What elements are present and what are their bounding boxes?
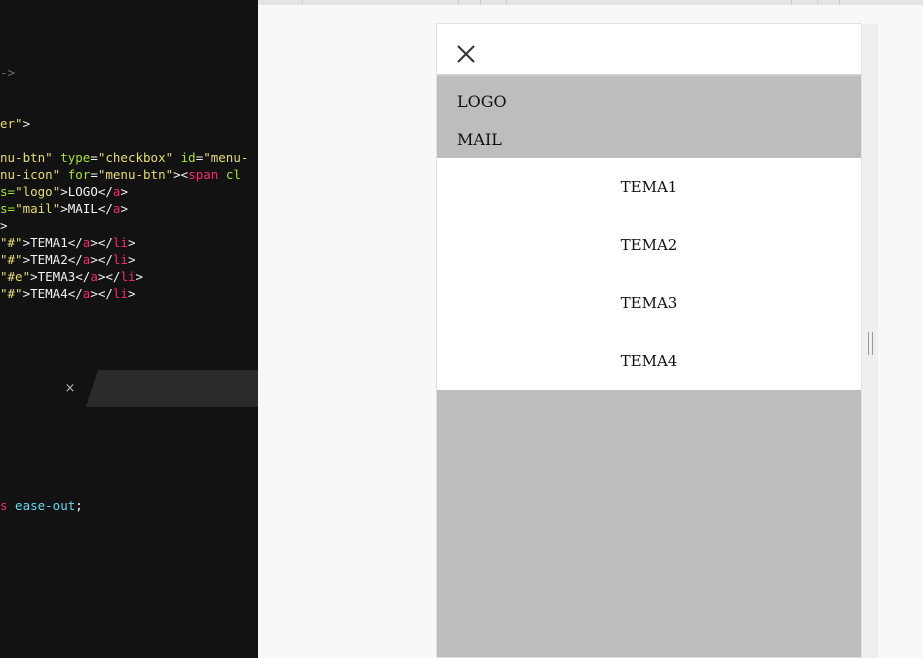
code-token: >TEMA3</ xyxy=(30,269,91,284)
code-token: "#" xyxy=(0,252,23,267)
code-token: s xyxy=(0,498,8,513)
code-line: s="mail">MAIL</a> xyxy=(0,200,128,217)
code-token: er" xyxy=(0,116,23,131)
toolbar-divider xyxy=(791,0,792,5)
code-token: cl xyxy=(218,167,241,182)
browser-preview: LOGO MAIL TEMA1 TEMA2 TEMA3 TEMA4 xyxy=(258,0,923,658)
code-token: li xyxy=(112,286,128,301)
code-token: id xyxy=(173,150,196,165)
editor-tab[interactable]: × xyxy=(0,370,98,407)
menu-item: TEMA2 xyxy=(437,216,861,274)
code-token: > xyxy=(127,235,136,250)
toolbar-divider xyxy=(458,0,459,5)
code-token: li xyxy=(112,252,128,267)
editor-tab-bar: × xyxy=(0,370,258,407)
code-token: -> xyxy=(0,65,16,80)
code-line: "#">TEMA1</a></li> xyxy=(0,234,136,251)
code-token: > xyxy=(135,269,144,284)
logo-link[interactable]: LOGO xyxy=(457,92,507,111)
menu-link-tema1[interactable]: TEMA1 xyxy=(437,178,861,196)
toolbar-divider xyxy=(817,0,818,5)
code-token: > xyxy=(22,116,31,131)
code-token: >LOGO</ xyxy=(60,184,113,199)
code-token: "logo" xyxy=(15,184,61,199)
code-token: "#e" xyxy=(0,269,31,284)
code-line: "#">TEMA4</a></li> xyxy=(0,285,136,302)
header-divider xyxy=(437,74,861,77)
code-token: >MAIL</ xyxy=(60,201,113,216)
menu-item: TEMA1 xyxy=(437,158,861,216)
code-token: "menu-btn" xyxy=(97,167,174,182)
code-token: "#" xyxy=(0,286,23,301)
code-token: > xyxy=(127,286,136,301)
code-token: ; xyxy=(75,498,83,513)
code-line: nu-icon" for="menu-btn"><span cl xyxy=(0,166,241,183)
code-line: "#">TEMA2</a></li> xyxy=(0,251,136,268)
code-token: nu-btn" xyxy=(0,150,53,165)
menu-close-button[interactable] xyxy=(455,43,477,65)
menu-link-tema3[interactable]: TEMA3 xyxy=(437,294,861,312)
code-token: > xyxy=(127,252,136,267)
viewport-resize-handle[interactable] xyxy=(868,332,873,355)
code-token: = xyxy=(90,167,98,182)
code-line: -> xyxy=(0,64,15,81)
code-token: ></ xyxy=(90,252,113,267)
code-token: > xyxy=(120,201,128,216)
code-token: > xyxy=(0,218,8,233)
code-token: "checkbox" xyxy=(97,150,174,165)
code-token: >< xyxy=(173,167,189,182)
close-tab-icon[interactable]: × xyxy=(62,381,78,397)
code-line: nu-btn" type="checkbox" id="menu- xyxy=(0,149,248,166)
preview-toolbar xyxy=(258,0,923,5)
code-token: >TEMA4</ xyxy=(22,286,83,301)
toolbar-divider xyxy=(302,0,303,5)
responsive-viewport: LOGO MAIL TEMA1 TEMA2 TEMA3 TEMA4 xyxy=(436,23,862,658)
code-token: for xyxy=(60,167,91,182)
code-token: "menu- xyxy=(203,150,249,165)
code-token: s= xyxy=(0,201,16,216)
code-token: > xyxy=(120,184,128,199)
site-header xyxy=(437,24,861,74)
code-token: ></ xyxy=(90,286,113,301)
code-token: >TEMA1</ xyxy=(22,235,83,250)
code-token: ></ xyxy=(90,235,113,250)
menu-item: TEMA4 xyxy=(437,332,861,390)
code-token: span xyxy=(188,167,219,182)
code-token: a xyxy=(90,269,98,284)
code-token: ></ xyxy=(97,269,121,284)
code-editor[interactable]: -> er"> nu-btn" type="checkbox" id="menu… xyxy=(0,0,258,658)
code-token: li xyxy=(120,269,136,284)
code-line: "#e">TEMA3</a></li> xyxy=(0,268,143,285)
menu-item: TEMA3 xyxy=(437,274,861,332)
code-token: ease-out xyxy=(7,498,76,513)
code-token: "#" xyxy=(0,235,23,250)
menu-link-tema4[interactable]: TEMA4 xyxy=(437,352,861,370)
code-line: er"> xyxy=(0,115,30,132)
nav-menu: TEMA1 TEMA2 TEMA3 TEMA4 xyxy=(437,158,861,390)
code-token: >TEMA2</ xyxy=(22,252,83,267)
toolbar-divider xyxy=(506,0,507,5)
code-token: type xyxy=(52,150,91,165)
code-line: s="logo">LOGO</a> xyxy=(0,183,128,200)
toolbar-divider xyxy=(480,0,481,5)
menu-link-tema2[interactable]: TEMA2 xyxy=(437,236,861,254)
code-line: > xyxy=(0,217,8,234)
code-token: = xyxy=(90,150,98,165)
code-token: nu-icon" xyxy=(0,167,61,182)
toolbar-divider xyxy=(839,0,840,5)
mail-link[interactable]: MAIL xyxy=(457,130,502,149)
code-token: s= xyxy=(0,184,16,199)
close-icon xyxy=(457,45,475,63)
code-token: "mail" xyxy=(15,201,61,216)
code-token: li xyxy=(112,235,128,250)
code-line: s ease-out; xyxy=(0,497,83,514)
